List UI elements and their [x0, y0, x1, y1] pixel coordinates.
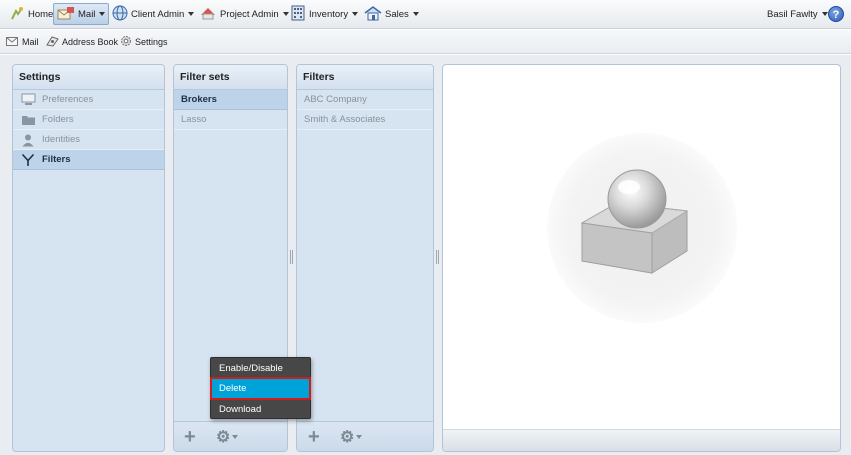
- filter-set-label: Brokers: [181, 93, 217, 105]
- filters-pane-title: Filters: [297, 65, 433, 90]
- plus-icon: +: [184, 426, 196, 448]
- user-menu[interactable]: Basil Fawlty: [764, 3, 831, 25]
- filter-item[interactable]: ABC Company: [297, 90, 433, 110]
- monitor-icon: [20, 93, 36, 107]
- project-icon: [199, 5, 217, 24]
- filter-icon: [20, 153, 36, 167]
- menu-item-delete[interactable]: Delete: [210, 377, 311, 400]
- filter-sets-pane-title: Filter sets: [174, 65, 287, 90]
- menu-item-enable-disable[interactable]: Enable/Disable: [212, 359, 309, 378]
- help-icon[interactable]: ?: [828, 6, 844, 22]
- menu-item-download[interactable]: Download: [212, 400, 309, 419]
- filter-label: Smith & Associates: [304, 113, 386, 125]
- nav-sales[interactable]: Sales: [361, 3, 422, 25]
- settings-item-label: Identities: [42, 133, 81, 145]
- filter-content-frame: [442, 64, 841, 452]
- settings-item-label: Preferences: [42, 93, 94, 105]
- toolbar-mail[interactable]: Mail: [6, 34, 39, 50]
- toolbar-address-book[interactable]: Address Book: [46, 34, 118, 50]
- user-name: Basil Fawlty: [767, 8, 818, 20]
- chevron-down-icon: [412, 12, 419, 16]
- filter-actions-button[interactable]: ⚙: [340, 428, 363, 446]
- filters-pane: Filters ABC Company Smith & Associates +…: [296, 64, 434, 452]
- filter-set-actions-menu: Enable/Disable Delete Download: [210, 357, 311, 419]
- watermark-icon: [580, 169, 689, 274]
- filters-footer: + ⚙: [297, 421, 433, 451]
- settings-item-filters[interactable]: Filters: [13, 150, 164, 170]
- nav-home[interactable]: Home: [6, 3, 56, 25]
- home-icon: [9, 5, 25, 24]
- chevron-down-icon: [356, 435, 363, 439]
- add-filter-set-button[interactable]: +: [184, 426, 196, 448]
- content-footer: [443, 429, 840, 451]
- toolbar-address-book-label: Address Book: [62, 37, 119, 47]
- chevron-down-icon: [821, 12, 828, 16]
- filter-label: ABC Company: [304, 93, 367, 105]
- nav-mail-label: Mail: [78, 8, 96, 20]
- filter-set-item[interactable]: Brokers: [174, 90, 287, 110]
- chevron-down-icon: [232, 435, 239, 439]
- toolbar-settings-label: Settings: [135, 37, 168, 47]
- filter-set-label: Lasso: [181, 113, 207, 125]
- settings-item-identities[interactable]: Identities: [13, 130, 164, 150]
- nav-inventory[interactable]: Inventory: [287, 3, 361, 25]
- chevron-down-icon: [99, 12, 106, 16]
- filter-item[interactable]: Smith & Associates: [297, 110, 433, 130]
- top-menu-bar: Home Mail Client Admin Project Admin Inv…: [0, 0, 851, 29]
- nav-mail[interactable]: Mail: [53, 3, 110, 25]
- add-filter-button[interactable]: +: [308, 426, 320, 448]
- pane-splitter[interactable]: [436, 250, 440, 264]
- settings-item-preferences[interactable]: Preferences: [13, 90, 164, 110]
- filter-set-item[interactable]: Lasso: [174, 110, 287, 130]
- plus-icon: +: [308, 426, 320, 448]
- pane-splitter[interactable]: [290, 250, 294, 264]
- settings-pane: Settings Preferences Folders Identities …: [12, 64, 165, 452]
- nav-client-admin-label: Client Admin: [131, 8, 185, 20]
- settings-gear-icon: [120, 35, 132, 49]
- settings-item-label: Filters: [42, 153, 71, 165]
- nav-home-label: Home: [28, 8, 54, 20]
- mail-small-icon: [6, 36, 19, 49]
- folder-icon: [20, 113, 36, 127]
- nav-sales-label: Sales: [385, 8, 409, 20]
- chevron-down-icon: [188, 12, 195, 16]
- toolbar-mail-label: Mail: [22, 37, 39, 47]
- globe-icon: [112, 5, 128, 24]
- settings-item-label: Folders: [42, 113, 74, 125]
- address-book-icon: [46, 35, 59, 49]
- gear-icon: ⚙: [216, 429, 231, 446]
- gear-icon: ⚙: [340, 429, 355, 446]
- filter-set-actions-button[interactable]: ⚙: [216, 428, 239, 446]
- sales-icon: [364, 5, 382, 24]
- toolbar-settings[interactable]: Settings: [120, 34, 168, 50]
- filter-sets-footer: + ⚙: [174, 421, 287, 451]
- nav-project-admin[interactable]: Project Admin: [196, 3, 292, 25]
- settings-pane-title: Settings: [13, 65, 164, 90]
- mail-icon: [57, 5, 75, 24]
- logo-watermark: [547, 133, 737, 323]
- settings-item-folders[interactable]: Folders: [13, 110, 164, 130]
- nav-client-admin[interactable]: Client Admin: [109, 3, 197, 25]
- person-icon: [20, 133, 36, 147]
- nav-inventory-label: Inventory: [309, 8, 349, 20]
- inventory-icon: [290, 5, 306, 24]
- mail-toolbar: Mail Address Book Settings: [0, 30, 851, 54]
- nav-project-admin-label: Project Admin: [220, 8, 279, 20]
- chevron-down-icon: [352, 12, 359, 16]
